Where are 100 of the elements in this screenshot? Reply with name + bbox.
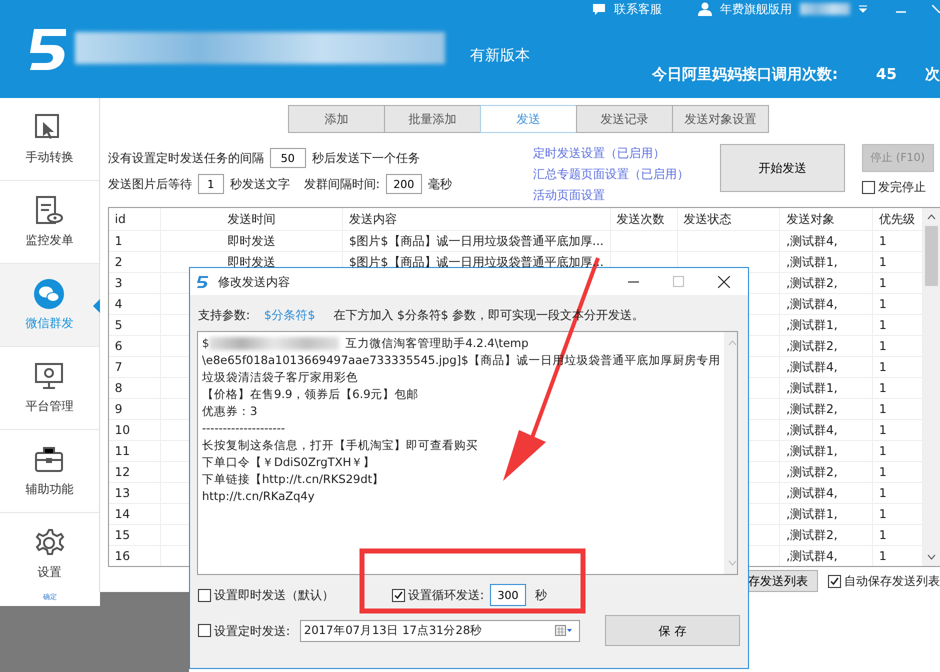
tab[interactable]: 发送对象设置 bbox=[672, 105, 769, 133]
table-cell: 1 bbox=[879, 380, 887, 394]
table-cell: ,测试群2, bbox=[786, 528, 838, 542]
content-line: 【价格】在售9.9，领券后【6.9元】包邮 bbox=[202, 387, 419, 401]
table-cell: 1 bbox=[879, 296, 887, 310]
table-cell: 1 bbox=[879, 548, 887, 562]
checkbox-label: 设置即时发送（默认） bbox=[214, 587, 334, 604]
calendar-icon[interactable] bbox=[555, 625, 574, 636]
table-cell: ,测试群4, bbox=[786, 360, 838, 374]
table-cell: 1 bbox=[879, 338, 887, 352]
checkbox[interactable] bbox=[198, 588, 211, 602]
table-cell: 13 bbox=[114, 486, 130, 500]
table-cell: ,测试群4, bbox=[786, 548, 838, 562]
unit-label: 秒 bbox=[535, 587, 548, 604]
table-cell: 11 bbox=[114, 444, 130, 458]
checkbox-label: 自动保存发送列表 bbox=[844, 573, 940, 590]
table-cell: ,测试群4, bbox=[786, 296, 838, 310]
table-cell: 2 bbox=[114, 254, 122, 268]
content-line: 互力微信淘客管理助手4.2.4\temp bbox=[345, 335, 529, 352]
table-cell: ,测试群4, bbox=[786, 234, 838, 248]
blurred-account bbox=[800, 3, 850, 15]
checkbox[interactable] bbox=[862, 180, 875, 194]
content-line: -------------------- bbox=[202, 421, 285, 435]
account-label: 年费旗舰版用 bbox=[720, 1, 792, 18]
table-cell: ,测试群1, bbox=[786, 444, 838, 458]
setting-label: 毫秒 bbox=[428, 176, 452, 193]
table-cell: $图片$【商品】诚一日用垃圾袋普通平底加厚... bbox=[348, 234, 604, 248]
table-cell: ,测试群1, bbox=[786, 254, 838, 268]
content-line: http://t.cn/RKaZq4y bbox=[202, 489, 315, 503]
tab[interactable]: 发送记录 bbox=[576, 105, 673, 133]
settings-link[interactable]: 汇总专题页面设置（已启用） bbox=[532, 165, 720, 183]
table-cell: ,测试群2, bbox=[786, 402, 838, 416]
scrollbar[interactable] bbox=[724, 332, 737, 574]
dialog-title: 修改发送内容 bbox=[218, 274, 290, 290]
table-cell: $图片$【商品】诚一日用垃圾袋普通平底加厚... bbox=[348, 254, 604, 268]
column-header: 发送状态 bbox=[677, 208, 780, 230]
close-icon[interactable] bbox=[718, 276, 730, 288]
column-header: id bbox=[108, 208, 161, 230]
sidebar-item[interactable]: 辅助功能 bbox=[0, 430, 99, 513]
settings-link[interactable]: 活动页面设置 bbox=[532, 186, 720, 204]
api-count-label: 今日阿里妈妈接口调用次数: bbox=[652, 64, 838, 85]
number-field[interactable]: 200 bbox=[386, 174, 422, 194]
dropdown-icon[interactable] bbox=[858, 5, 868, 13]
table-cell: 1 bbox=[879, 422, 887, 436]
tab[interactable]: 批量添加 bbox=[384, 105, 481, 133]
table-cell: 1 bbox=[879, 254, 887, 268]
checkbox-label: 设置定时发送: bbox=[214, 622, 290, 640]
setting-label: 发群间隔时间: bbox=[304, 176, 380, 193]
table-cell: 即时发送 bbox=[228, 234, 276, 248]
content-line: $ bbox=[202, 335, 210, 352]
scrollbar[interactable] bbox=[923, 208, 940, 566]
setting-label: 秒发送文字 bbox=[230, 176, 290, 193]
settings-link[interactable]: 定时发送设置（已启用） bbox=[532, 144, 720, 162]
checkbox-label: 设置循环发送: bbox=[408, 587, 484, 604]
table-cell: 1 bbox=[879, 360, 887, 374]
number-field[interactable]: 50 bbox=[270, 148, 306, 168]
content-line: 垃圾袋清洁袋子客厅家用彩色 bbox=[202, 370, 358, 384]
api-count: 45 bbox=[876, 64, 897, 85]
content-editor[interactable] bbox=[197, 331, 738, 575]
checkbox[interactable] bbox=[828, 574, 841, 588]
date-picker[interactable]: 2017年07月13日 17点31分28秒 bbox=[300, 620, 580, 642]
table-cell: 1 bbox=[879, 486, 887, 500]
checkbox[interactable] bbox=[198, 624, 211, 637]
number-field[interactable]: 300 bbox=[490, 584, 526, 606]
stop-button: 停止 (F10) bbox=[862, 144, 934, 172]
table-cell: 10 bbox=[114, 422, 130, 436]
number-field[interactable]: 1 bbox=[198, 174, 224, 194]
content-line: 长按复制这条信息，打开【手机淘宝】即可查看购买 bbox=[202, 438, 478, 452]
checkbox[interactable] bbox=[392, 588, 405, 602]
param-token: $分条符$ bbox=[264, 307, 316, 324]
table-cell: 15 bbox=[114, 528, 130, 542]
table-cell: 1 bbox=[879, 276, 887, 290]
content-line: 优惠券：3 bbox=[202, 404, 258, 418]
table-cell: 1 bbox=[879, 234, 887, 248]
start-button[interactable]: 开始发送 bbox=[720, 144, 845, 192]
table-cell: 1 bbox=[879, 402, 887, 416]
table-cell: 3 bbox=[114, 276, 122, 290]
table-cell: ,测试群2, bbox=[786, 338, 838, 352]
table-cell: ,测试群2, bbox=[786, 464, 838, 478]
selection-pointer bbox=[92, 299, 100, 313]
setting-label: 秒后发送下一个任务 bbox=[312, 150, 420, 167]
date-value: 2017年07月13日 17点31分28秒 bbox=[303, 622, 482, 639]
table-cell: ,测试群1, bbox=[786, 318, 838, 332]
table-cell: 1 bbox=[879, 444, 887, 458]
table-cell: 12 bbox=[114, 464, 130, 478]
api-count-suffix: 次 bbox=[925, 64, 940, 85]
table-cell: ,测试群2, bbox=[786, 276, 838, 290]
table-cell: 16 bbox=[114, 548, 130, 562]
chat-icon bbox=[592, 3, 606, 15]
tab[interactable]: 添加 bbox=[288, 105, 385, 133]
sidebar-item[interactable]: 手动转换 bbox=[0, 98, 99, 181]
table-cell: 5 bbox=[114, 318, 122, 332]
sidebar-item[interactable]: 平台管理 bbox=[0, 347, 99, 430]
table-cell: ,测试群1, bbox=[786, 380, 838, 394]
table-cell: ,测试群4, bbox=[786, 422, 838, 436]
setting-label: 发送图片后等待 bbox=[108, 176, 192, 193]
table-cell: 4 bbox=[114, 296, 122, 310]
save-button[interactable]: 保 存 bbox=[605, 615, 740, 646]
table-cell: 6 bbox=[114, 338, 122, 352]
scroll-thumb[interactable] bbox=[925, 226, 938, 286]
